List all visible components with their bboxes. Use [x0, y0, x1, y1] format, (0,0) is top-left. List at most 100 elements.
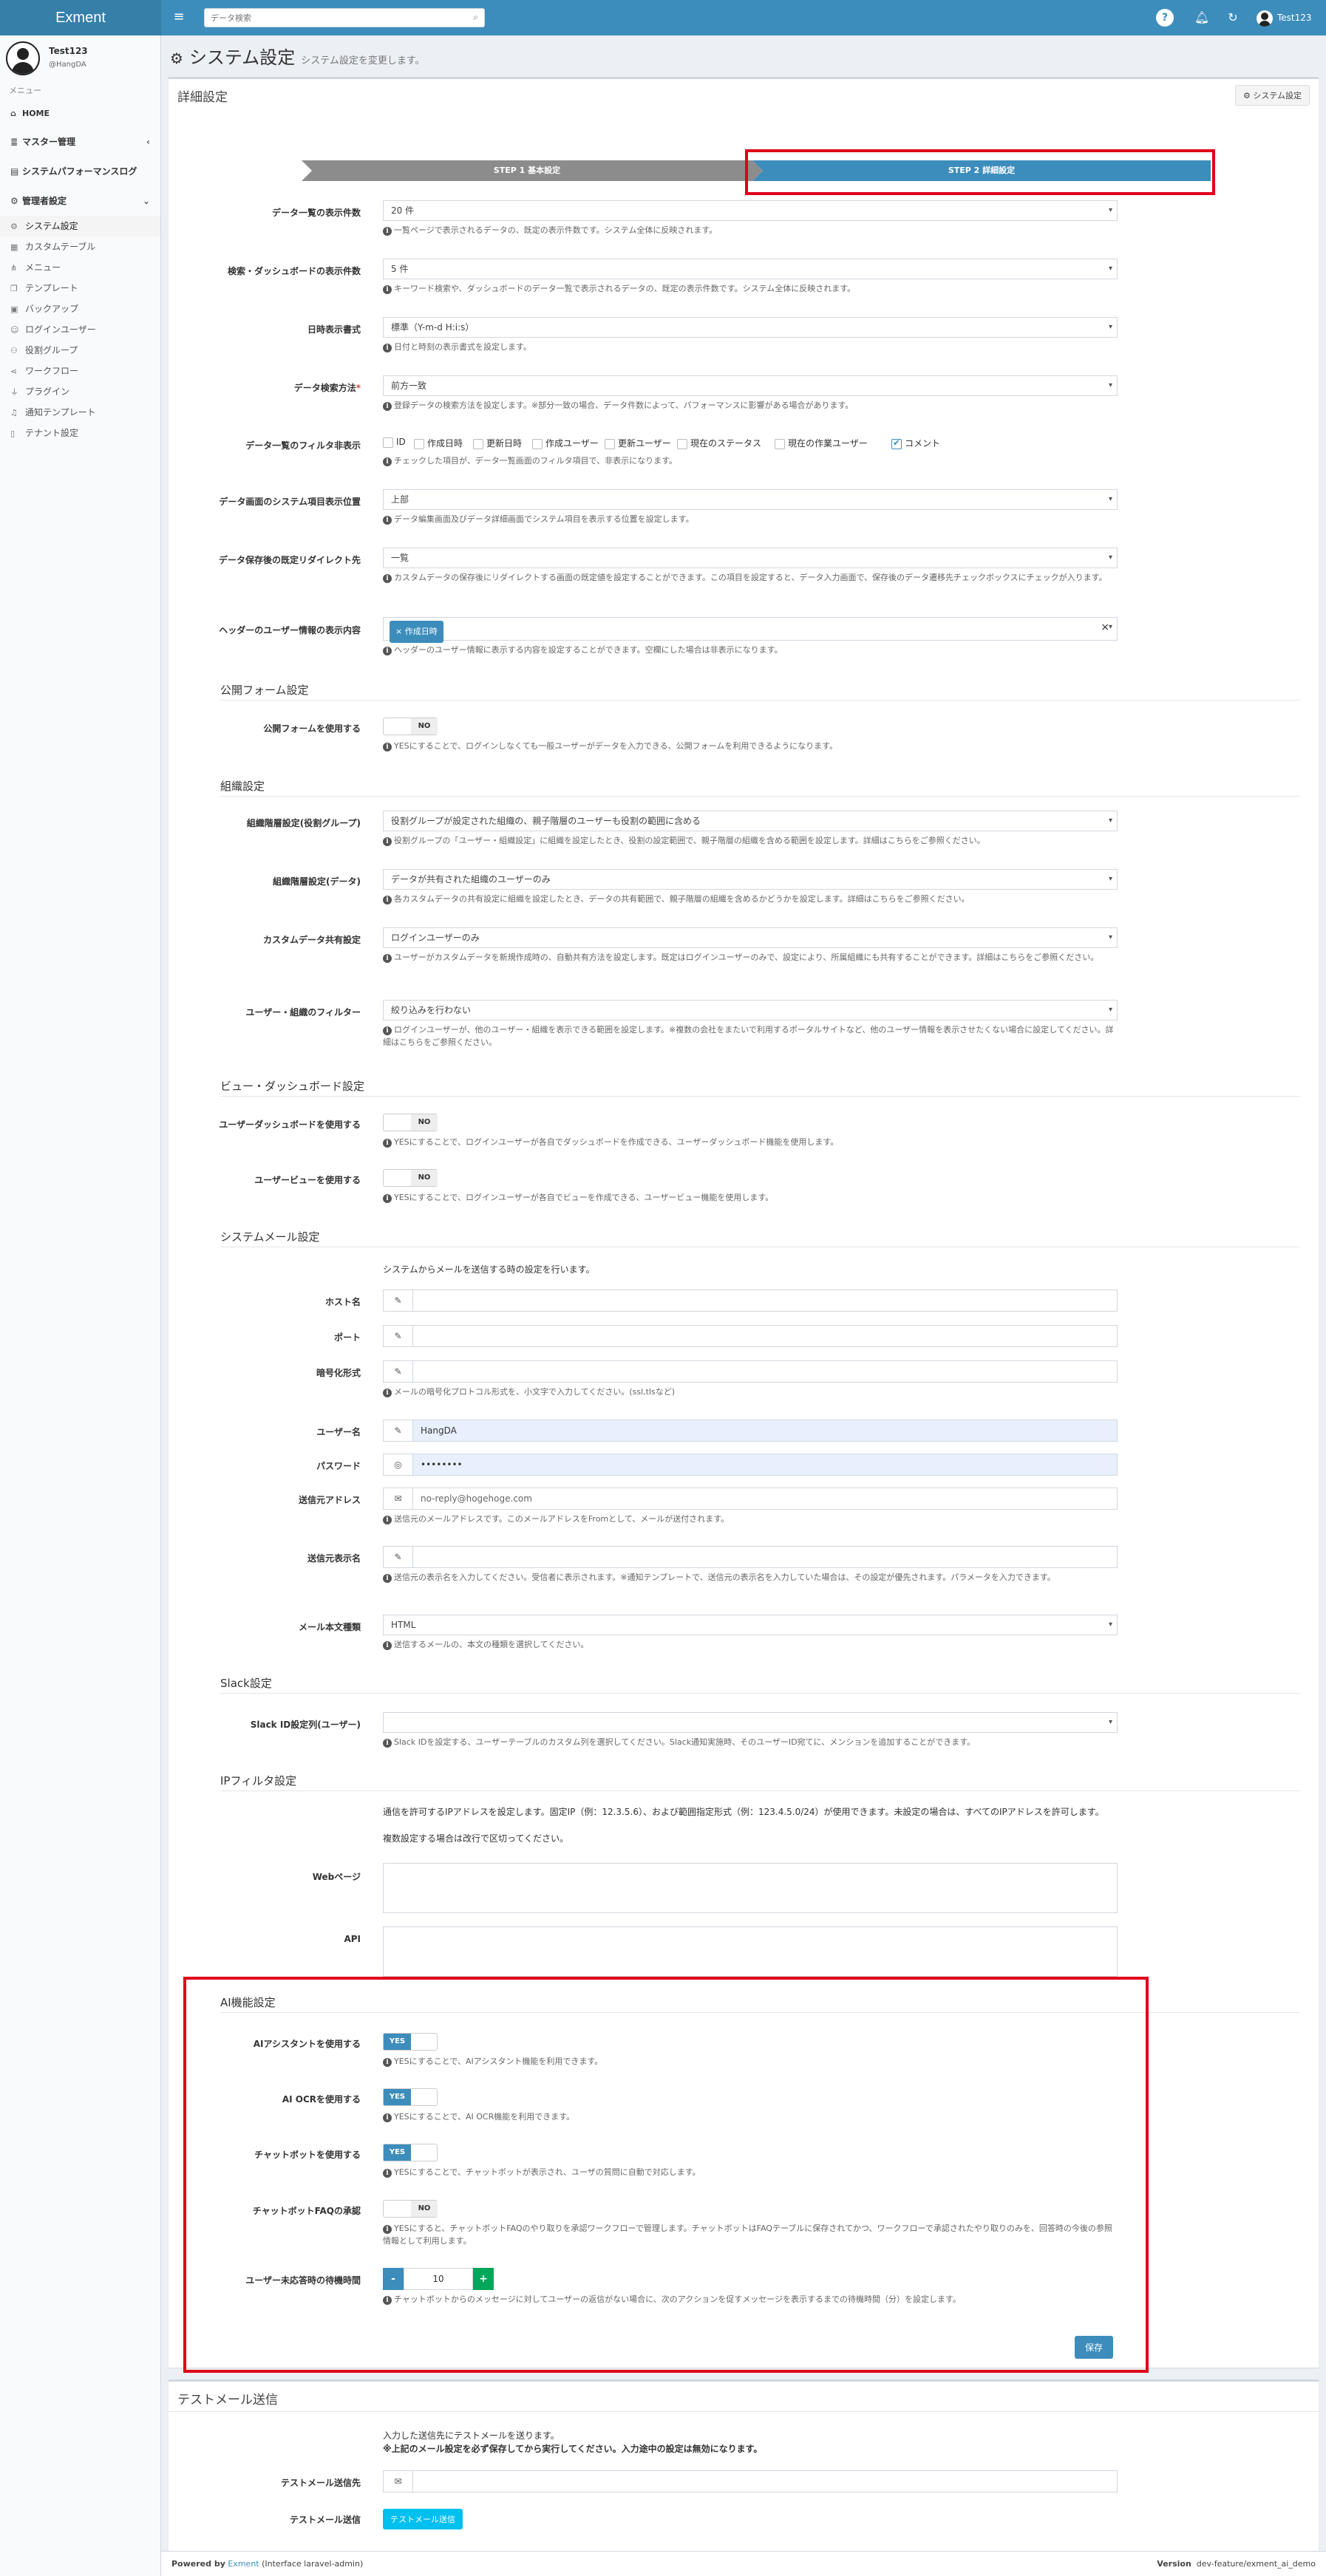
checkbox-updated-at[interactable]: 更新日時: [473, 437, 522, 449]
mail-host-input[interactable]: ✎: [383, 1289, 1118, 1312]
multiselect-header-user-info[interactable]: × 作成日時 ×: [383, 617, 1118, 643]
help-slack-id: i Slack IDを設定する、ユーザーテーブルのカスタム列を選択してください。S…: [383, 1736, 1118, 1748]
label-mail-host: ホスト名: [324, 1297, 361, 1307]
top-header: Exment ≡ ⌕ ? 🔔︎ ↻ Test123: [0, 0, 1326, 35]
header-user-name: Test123: [1277, 13, 1312, 23]
section-slack: Slack設定: [220, 1677, 272, 1690]
search-input[interactable]: [205, 9, 456, 27]
hamburger-menu-icon[interactable]: ≡: [170, 9, 188, 24]
info-icon: i: [383, 1026, 392, 1035]
sidebar-item-plugin[interactable]: ⏚ プラグイン: [0, 381, 160, 402]
sidebar-item-login-user[interactable]: ☺ ログインユーザー: [0, 319, 160, 340]
select-org-role[interactable]: 役割グループが設定された組織の、親子階層のユーザーも役割の範囲に含める: [383, 811, 1118, 831]
header-user-menu[interactable]: Test123: [1257, 9, 1312, 27]
file-icon: ▯: [10, 429, 16, 438]
info-icon: i: [383, 227, 392, 236]
select-system-column-position[interactable]: 上部: [383, 489, 1118, 510]
sidebar-item-notify-template[interactable]: ♫ 通知テンプレート: [0, 402, 160, 423]
help-list-count: i 一覧ページで表示されるデータの、既定の表示件数です。システム全体に反映されます…: [383, 224, 1118, 236]
info-icon: i: [383, 1139, 392, 1148]
refresh-icon[interactable]: ↻: [1224, 9, 1242, 27]
help-public-form: i YESにすることで、ログインしなくても一般ユーザーがデータを入力できる、公開フ…: [383, 740, 1118, 752]
user-panel: Test123 @HangDA: [0, 35, 160, 81]
sidebar-item-admin[interactable]: ⚙ 管理者設定 ⌄: [0, 186, 160, 216]
label-datetime-format: 日時表示書式: [307, 324, 361, 335]
select-list-count[interactable]: 20 件: [383, 200, 1118, 221]
checkbox-created-user[interactable]: 作成ユーザー: [532, 437, 599, 449]
select-search-method[interactable]: 前方一致: [383, 375, 1118, 396]
divider: [169, 2411, 1319, 2412]
highlight-ai-section: [183, 1977, 1149, 2373]
select-datetime-format[interactable]: 標準（Y-m-d H:i:s）: [383, 317, 1118, 338]
select-slack-id[interactable]: [383, 1712, 1118, 1733]
select-user-org-filter[interactable]: 絞り込みを行わない: [383, 1000, 1118, 1020]
ip-desc-1: 通信を許可するIPアドレスを設定します。固定IP（例：12.3.5.6）、および…: [383, 1807, 1104, 1817]
exment-link[interactable]: Exment: [228, 2559, 259, 2569]
checkbox-created-at[interactable]: 作成日時: [414, 437, 463, 449]
mail-desc: システムからメールを送信する時の設定を行います。: [383, 1264, 595, 1275]
bell-icon[interactable]: 🔔︎: [1193, 9, 1211, 27]
checkbox-id[interactable]: ID: [383, 437, 406, 448]
ip-api-textarea[interactable]: [383, 1926, 1118, 1977]
section-ip-filter: IPフィルタ設定: [220, 1774, 297, 1788]
backup-icon: ▣: [10, 304, 18, 314]
mail-encryption-input[interactable]: ✎: [383, 1360, 1118, 1383]
help-system-column-position: i データ編集画面及びデータ詳細画面でシステム項目を表示する位置を設定します。: [383, 513, 1118, 525]
checkbox-current-status[interactable]: 現在のステータス: [677, 437, 761, 449]
system-setting-button[interactable]: ⚙ システム設定: [1234, 85, 1310, 106]
test-mail-send-button[interactable]: テストメール送信: [383, 2509, 463, 2529]
checkbox-current-work-user[interactable]: 現在の作業ユーザー: [775, 437, 868, 449]
mail-port-input[interactable]: ✎: [383, 1325, 1118, 1347]
label-filter-hide: データ一覧のフィルタ非表示: [245, 440, 361, 451]
toggle-user-dashboard[interactable]: NO: [383, 1114, 438, 1131]
select-redirect[interactable]: 一覧: [383, 548, 1118, 568]
label-redirect: データ保存後の既定リダイレクト先: [218, 555, 361, 565]
help-mail-encryption: i メールの暗号化プロトコル形式を、小文字で入力してください。(ssl,tlsなど…: [383, 1386, 1118, 1398]
label-slack-id: Slack ID設定列(ユーザー): [250, 1720, 361, 1730]
help-icon[interactable]: ?: [1156, 9, 1174, 27]
mail-from-name-input[interactable]: ✎: [383, 1546, 1118, 1568]
test-mail-box: テストメール送信 入力した送信先にテストメールを送ります。 ※上記のメール設定を…: [169, 2379, 1319, 2551]
test-mail-to-input[interactable]: ✉: [383, 2470, 1118, 2492]
label-test-mail-send: テストメール送信: [289, 2515, 361, 2525]
section-public-form: 公開フォーム設定: [220, 684, 309, 697]
tag-created-at[interactable]: × 作成日時: [390, 621, 443, 643]
select-data-share[interactable]: ログインユーザーのみ: [383, 927, 1118, 948]
pencil-icon: ✎: [384, 1326, 413, 1346]
sidebar-item-system-settings[interactable]: ⚙ システム設定: [0, 216, 160, 236]
sidebar-item-backup[interactable]: ▣ バックアップ: [0, 299, 160, 319]
page-subtitle: システム設定を変更します。: [301, 55, 425, 67]
sidebar-item-workflow[interactable]: ⋖ ワークフロー: [0, 361, 160, 381]
sidebar-item-performance-log[interactable]: ▤ システムパフォーマンスログ: [0, 157, 160, 186]
label-mail-body-type: メール本文種類: [298, 1622, 361, 1632]
checkbox-comment[interactable]: コメント: [891, 437, 940, 449]
step1-tab[interactable]: STEP 1 基本設定: [302, 160, 763, 181]
home-icon: ⌂: [10, 109, 16, 118]
clear-icon[interactable]: ×: [1101, 618, 1109, 637]
highlight-step2: [745, 149, 1215, 195]
sidebar-item-template[interactable]: ❐ テンプレート: [0, 278, 160, 299]
app-logo[interactable]: Exment: [0, 0, 161, 35]
mail-username-input[interactable]: ✎ HangDA: [383, 1420, 1118, 1442]
user-plus-icon: ☺: [10, 325, 19, 335]
select-mail-body-type[interactable]: HTML: [383, 1615, 1118, 1635]
sidebar-item-custom-table[interactable]: ▦ カスタムテーブル: [0, 236, 160, 257]
label-system-column-position: データ画面のシステム項目表示位置: [219, 497, 361, 507]
ip-desc-2: 複数設定する場合は改行で区切ってください。: [383, 1833, 569, 1844]
mail-password-input[interactable]: ◎ ••••••••: [383, 1454, 1118, 1476]
mail-from-input[interactable]: ✉ no-reply@hogehoge.com: [383, 1488, 1118, 1510]
checkbox-updated-user[interactable]: 更新ユーザー: [605, 437, 671, 449]
select-search-count[interactable]: 5 件: [383, 259, 1118, 279]
label-user-dashboard: ユーザーダッシュボードを使用する: [219, 1120, 361, 1130]
select-org-data[interactable]: データが共有された組織のユーザーのみ: [383, 869, 1118, 890]
sidebar-item-tenant[interactable]: ▯ テナント設定: [0, 423, 160, 443]
search-icon[interactable]: ⌕: [473, 12, 478, 23]
ip-web-textarea[interactable]: [383, 1863, 1118, 1913]
sidebar-item-home[interactable]: ⌂ HOME: [0, 100, 160, 127]
sidebar-item-master[interactable]: ≣ マスター管理 ‹: [0, 127, 160, 157]
toggle-public-form[interactable]: NO: [383, 718, 438, 735]
toggle-user-view[interactable]: NO: [383, 1169, 438, 1187]
eye-slash-icon[interactable]: ◎: [384, 1454, 413, 1475]
sidebar-item-menu[interactable]: ⋔ メニュー: [0, 257, 160, 278]
sidebar-item-role-group[interactable]: ⚇ 役割グループ: [0, 340, 160, 361]
